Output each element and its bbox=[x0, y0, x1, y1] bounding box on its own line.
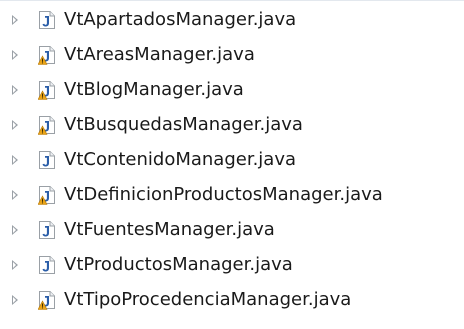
chevron-right-icon[interactable] bbox=[12, 190, 18, 200]
java-file-icon bbox=[38, 291, 55, 310]
tree-item[interactable]: VtProductosManager.java bbox=[0, 248, 464, 282]
chevron-right-icon[interactable] bbox=[12, 120, 18, 130]
java-file-icon bbox=[38, 46, 55, 65]
package-explorer-tree: VtApartadosManager.java VtAreasManager.j… bbox=[0, 0, 464, 329]
java-file-icon bbox=[38, 186, 55, 205]
tree-item[interactable]: VtBlogManager.java bbox=[0, 73, 464, 107]
tree-item[interactable]: VtFuentesManager.java bbox=[0, 213, 464, 247]
file-name: VtApartadosManager.java bbox=[64, 9, 297, 30]
file-name: VtProductosManager.java bbox=[64, 254, 293, 275]
java-file-icon bbox=[39, 151, 55, 169]
file-name: VtBusquedasManager.java bbox=[64, 114, 303, 135]
chevron-right-icon[interactable] bbox=[12, 50, 18, 60]
tree-item[interactable]: VtDefinicionProductosManager.java bbox=[0, 178, 464, 212]
java-file-icon bbox=[38, 116, 55, 135]
file-name: VtTipoProcedenciaManager.java bbox=[64, 289, 352, 310]
chevron-right-icon[interactable] bbox=[12, 295, 18, 305]
file-name: VtContenidoManager.java bbox=[64, 149, 297, 170]
tree-item[interactable]: VtTipoProcedenciaManager.java bbox=[0, 283, 464, 317]
file-name: VtAreasManager.java bbox=[64, 44, 255, 65]
java-file-icon bbox=[39, 256, 55, 274]
tree-item[interactable]: VtBusquedasManager.java bbox=[0, 108, 464, 142]
chevron-right-icon[interactable] bbox=[12, 225, 18, 235]
java-file-icon bbox=[38, 81, 55, 100]
chevron-right-icon[interactable] bbox=[12, 15, 18, 25]
tree-item[interactable]: VtApartadosManager.java bbox=[0, 3, 464, 37]
file-name: VtBlogManager.java bbox=[64, 79, 244, 100]
file-name: VtDefinicionProductosManager.java bbox=[64, 184, 383, 205]
chevron-right-icon[interactable] bbox=[12, 155, 18, 165]
tree-item[interactable]: VtContenidoManager.java bbox=[0, 143, 464, 177]
java-file-icon bbox=[39, 11, 55, 29]
chevron-right-icon[interactable] bbox=[12, 85, 18, 95]
tree-item[interactable]: VtAreasManager.java bbox=[0, 38, 464, 72]
file-name: VtFuentesManager.java bbox=[64, 219, 275, 240]
java-file-icon bbox=[39, 221, 55, 239]
chevron-right-icon[interactable] bbox=[12, 260, 18, 270]
